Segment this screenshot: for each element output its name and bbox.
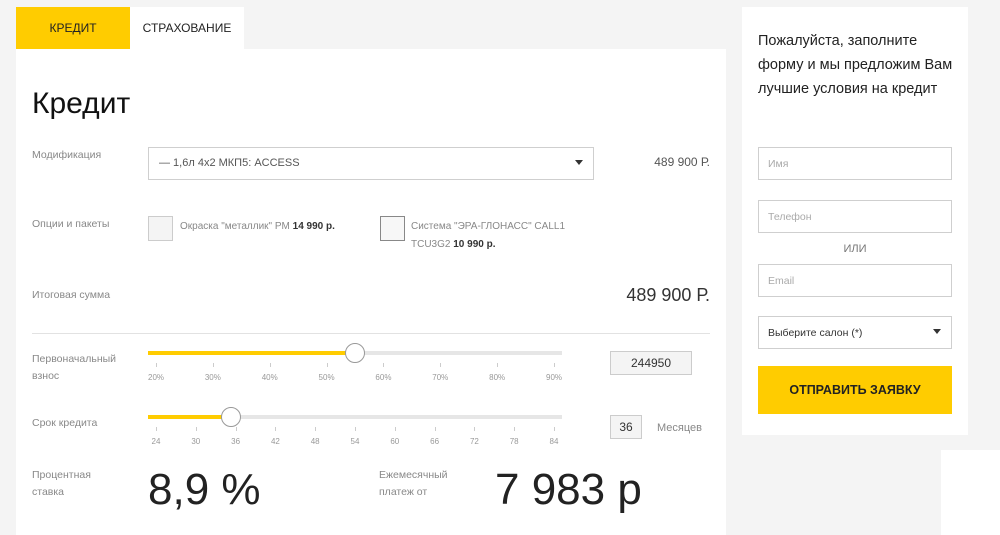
tab-bar: Кредит Страхование	[16, 7, 244, 49]
down-payment-label: Первоначальный взнос	[32, 353, 117, 382]
submit-button[interactable]: Отправить заявку	[758, 366, 952, 414]
monthly-label: Ежемесячный платеж от	[379, 469, 448, 498]
slider-tick-label: 24	[151, 437, 161, 446]
down-payment-slider[interactable]	[148, 343, 562, 363]
slider-tick-label: 30%	[204, 373, 221, 382]
slider-tick	[554, 427, 555, 431]
slider-tick-label: 50%	[318, 373, 335, 382]
term-slider-fill	[148, 415, 231, 419]
slider-tick-label: 70%	[432, 373, 449, 382]
slider-tick	[554, 363, 555, 367]
term-ticks: 24 30 36 42 48 54 60 66 72 78 84	[148, 427, 562, 447]
term-slider[interactable]	[148, 407, 562, 427]
slider-tick-label: 90%	[545, 373, 563, 382]
modification-select[interactable]: — 1,6л 4х2 МКП5: ACCESS	[148, 147, 594, 180]
option-metallic-checkbox[interactable]	[148, 216, 173, 241]
option-metallic-text: Окраска "металлик" PM 14 990 р.	[180, 221, 335, 232]
name-field[interactable]: Имя	[758, 147, 952, 180]
page-title: Кредит	[32, 87, 131, 120]
tab-credit[interactable]: Кредит	[16, 7, 130, 49]
rate-value: 8,9 %	[148, 465, 261, 514]
slider-tick	[235, 427, 237, 431]
slider-tick-label: 40%	[261, 373, 278, 382]
down-payment-input[interactable]: 244950	[610, 351, 692, 375]
credit-panel: Кредит Модификация — 1,6л 4х2 МКП5: ACCE…	[16, 49, 726, 535]
slider-tick-label: 78	[509, 437, 519, 446]
slider-tick	[497, 363, 499, 367]
slider-tick-label: 72	[469, 437, 479, 446]
down-payment-slider-fill	[148, 351, 355, 355]
slider-tick-label: 30	[191, 437, 201, 446]
down-payment-ticks: 20% 30% 40% 50% 60% 70% 80% 90%	[148, 363, 562, 383]
slider-tick	[269, 363, 271, 367]
slider-tick-label: 60%	[375, 373, 392, 382]
slider-tick-label: 66	[430, 437, 440, 446]
salon-select-value: Выберите салон (*)	[768, 327, 863, 339]
slider-tick-label: 80%	[489, 373, 506, 382]
form-intro: Пожалуйста, заполните форму и мы предлож…	[758, 33, 953, 97]
slider-tick	[275, 427, 277, 431]
total-label: Итоговая сумма	[32, 289, 111, 301]
term-unit: Месяцев	[657, 422, 702, 434]
down-payment-slider-handle[interactable]	[345, 343, 365, 363]
term-input[interactable]: 36	[610, 415, 642, 439]
chevron-down-icon	[575, 160, 583, 165]
slider-tick	[315, 427, 317, 431]
option-glonass-text: Система "ЭРА-ГЛОНАСС" CALL1 TCU3G2 10 99…	[411, 221, 566, 250]
slider-tick-label: 84	[549, 437, 559, 446]
corner-panel	[941, 450, 1000, 535]
slider-tick	[514, 427, 516, 431]
or-label: или	[843, 243, 867, 255]
slider-tick	[156, 363, 157, 367]
phone-field[interactable]: Телефон	[758, 200, 952, 233]
slider-tick	[474, 427, 476, 431]
slider-tick	[383, 363, 385, 367]
email-field[interactable]: Email	[758, 264, 952, 297]
slider-tick	[326, 363, 328, 367]
slider-tick-label: 54	[350, 437, 360, 446]
divider	[32, 333, 710, 334]
slider-tick-label: 42	[270, 437, 280, 446]
term-label: Срок кредита	[32, 417, 98, 429]
slider-tick-label: 60	[390, 437, 400, 446]
slider-tick	[434, 427, 436, 431]
modification-label: Модификация	[32, 149, 102, 161]
options-label: Опции и пакеты	[32, 218, 110, 230]
rate-label: Процентная ставка	[32, 469, 91, 498]
slider-tick-label: 36	[231, 437, 241, 446]
total-value: 489 900 Р.	[626, 285, 710, 305]
salon-select[interactable]: Выберите салон (*)	[758, 316, 952, 349]
slider-tick-label: 48	[310, 437, 320, 446]
request-form: Пожалуйста, заполните форму и мы предлож…	[742, 7, 968, 435]
modification-price: 489 900 Р.	[654, 155, 710, 169]
tab-insurance[interactable]: Страхование	[130, 7, 244, 49]
slider-tick-label: 20%	[147, 373, 165, 382]
slider-tick	[440, 363, 442, 367]
term-slider-handle[interactable]	[220, 407, 241, 427]
slider-tick	[212, 363, 214, 367]
slider-tick	[394, 427, 396, 431]
modification-value: — 1,6л 4х2 МКП5: ACCESS	[159, 157, 300, 169]
option-glonass-checkbox[interactable]	[380, 216, 405, 241]
slider-tick	[156, 427, 157, 431]
chevron-down-icon	[933, 329, 941, 334]
monthly-value: 7 983 р	[495, 465, 642, 514]
slider-tick	[355, 427, 356, 431]
slider-tick	[195, 427, 197, 431]
